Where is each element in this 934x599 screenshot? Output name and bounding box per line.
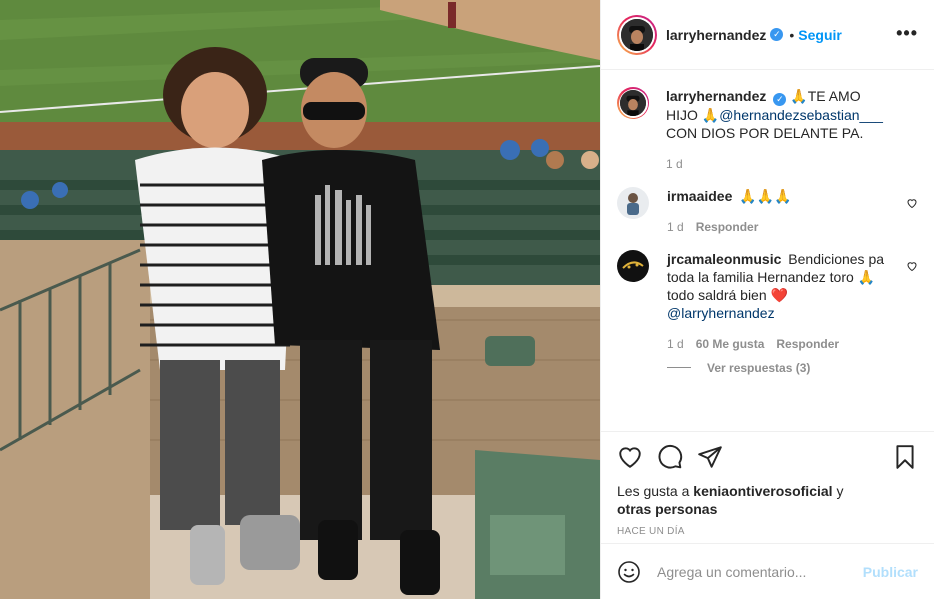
reply-button[interactable]: Responder (776, 335, 839, 353)
comment-text: 🙏🙏🙏 (739, 187, 792, 204)
caption: larryhernandez ✓ 🙏TE AMO HIJO 🙏@hernandez… (617, 87, 918, 173)
comment-item: jrcamaleonmusic Bendiciones pa toda la f… (617, 249, 918, 353)
verified-badge-icon: ✓ (770, 28, 784, 41)
comment-username[interactable]: irmaaidee (667, 188, 732, 204)
likes-summary: Les gusta a keniaontiverosoficial y otra… (617, 482, 918, 518)
avatar[interactable] (621, 18, 653, 51)
caption-emoji-mid: 🙏 (701, 106, 720, 123)
replies-divider (667, 367, 691, 368)
story-ring[interactable] (617, 14, 657, 55)
caption-meta: 1 d (666, 155, 896, 173)
caption-body: larryhernandez ✓ 🙏TE AMO HIJO 🙏@hernandez… (666, 87, 896, 173)
comment-avatar-image (617, 249, 649, 282)
comment-meta: 1 d Responder (667, 218, 897, 236)
publish-button[interactable]: Publicar (863, 564, 918, 580)
post-side-panel: larryhernandez ✓ • Seguir ••• larryherna… (600, 0, 934, 599)
caption-avatar-ring[interactable] (617, 87, 649, 119)
like-comment-heart-icon[interactable] (906, 197, 918, 209)
save-bookmark-icon[interactable] (892, 444, 918, 470)
reply-button[interactable]: Responder (696, 218, 759, 236)
post-timestamp[interactable]: HACE UN DÍA (617, 526, 918, 537)
comment-username[interactable]: jrcamaleonmusic (667, 251, 781, 267)
likes-middle: y (832, 483, 844, 499)
verified-badge-icon: ✓ (773, 92, 787, 106)
comment-likes-count[interactable]: 60 Me gusta (696, 335, 765, 353)
follow-button[interactable]: Seguir (798, 27, 842, 43)
comment-body: irmaaidee 🙏🙏🙏 1 d Responder (667, 187, 897, 236)
post-header: larryhernandez ✓ • Seguir ••• (601, 0, 934, 70)
comment-time[interactable]: 1 d (667, 218, 684, 236)
avatar-image (621, 18, 653, 51)
more-options-icon[interactable]: ••• (896, 24, 918, 42)
likes-prefix: Les gusta a (617, 483, 694, 499)
header-separator: • (789, 26, 795, 43)
comments-list[interactable]: larryhernandez ✓ 🙏TE AMO HIJO 🙏@hernandez… (601, 71, 934, 431)
caption-mention[interactable]: @hernandezsebastian___ (719, 107, 883, 123)
comment-mention[interactable]: @larryhernandez (667, 305, 775, 321)
comment-avatar[interactable] (617, 186, 649, 219)
emoji-smiley-icon[interactable] (617, 560, 641, 584)
post-photo[interactable] (0, 0, 600, 599)
caption-emoji-start: 🙏 (790, 88, 808, 104)
like-comment-heart-icon[interactable] (906, 260, 918, 272)
share-paper-plane-icon[interactable] (697, 444, 723, 470)
like-heart-icon[interactable] (617, 444, 643, 470)
caption-avatar[interactable] (620, 90, 646, 116)
add-comment-bar: Publicar (601, 543, 934, 599)
likes-user[interactable]: keniaontiverosoficial (693, 483, 832, 499)
caption-avatar-image (620, 90, 646, 116)
header-username[interactable]: larryhernandez (666, 27, 766, 43)
view-replies-label: Ver respuestas (3) (707, 360, 811, 375)
action-bar (617, 432, 918, 482)
caption-time[interactable]: 1 d (666, 155, 683, 173)
comment-item: irmaaidee 🙏🙏🙏 1 d Responder (617, 186, 918, 236)
comment-avatar-image (617, 186, 649, 219)
comment-body: jrcamaleonmusic Bendiciones pa toda la f… (667, 250, 897, 353)
comment-bubble-icon[interactable] (657, 444, 683, 470)
caption-text-end: CON DIOS POR DELANTE PA. (666, 124, 864, 141)
photo-illustration (0, 0, 600, 599)
view-replies-button[interactable]: Ver respuestas (3) (667, 361, 918, 375)
comment-input[interactable] (657, 563, 863, 580)
likes-others[interactable]: otras personas (617, 501, 717, 517)
comment-time[interactable]: 1 d (667, 335, 684, 353)
comment-meta: 1 d 60 Me gusta Responder (667, 335, 897, 353)
post-actions-section: Les gusta a keniaontiverosoficial y otra… (601, 431, 934, 537)
caption-username[interactable]: larryhernandez (666, 88, 766, 104)
comment-avatar[interactable] (617, 249, 649, 282)
